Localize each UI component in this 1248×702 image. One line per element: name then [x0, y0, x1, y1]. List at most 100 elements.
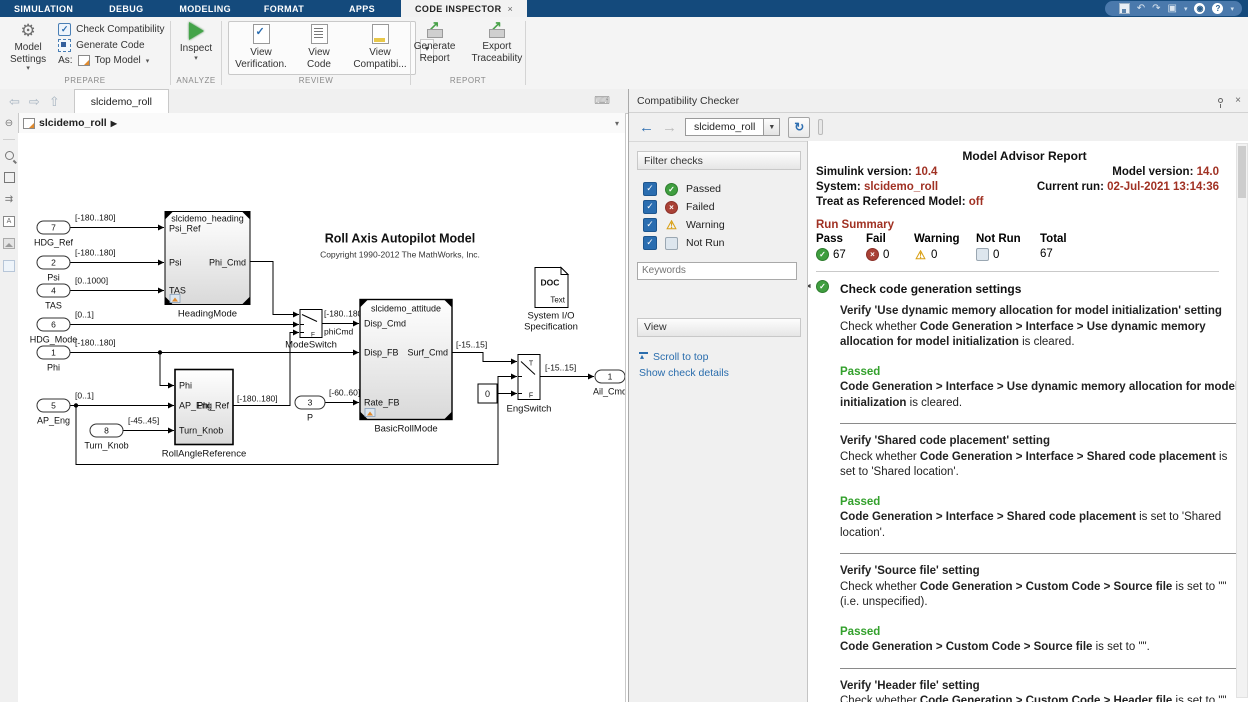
report-scrollbar[interactable]	[1236, 143, 1248, 698]
record-icon[interactable]: ◉	[1194, 3, 1205, 14]
tab-modeling[interactable]: MODELING	[165, 0, 245, 17]
filter-item-passed[interactable]: ✓ ✓ Passed	[643, 182, 801, 196]
view-code-button[interactable]: View Code	[293, 22, 345, 74]
tab-apps[interactable]: APPS	[323, 0, 401, 17]
scrollbar-thumb[interactable]	[1238, 146, 1246, 198]
svg-text:[-180..180]: [-180..180]	[237, 394, 278, 404]
as-top-model-select[interactable]: As: Top Model ▾	[58, 55, 164, 66]
checkbox-checked[interactable]: ✓	[643, 200, 657, 214]
view-verification-button[interactable]: View Verification.	[229, 22, 293, 74]
breadcrumb[interactable]: slcidemo_roll ▶	[23, 117, 117, 129]
export-traceability-icon: ↗	[488, 22, 506, 38]
model-settings-button[interactable]: ⚙ Model Settings ▾	[4, 20, 52, 76]
back-icon[interactable]: ⇦	[9, 95, 20, 108]
compatibility-checker-panel: Compatibility Checker × ← → slcidemo_rol…	[628, 89, 1248, 702]
keywords-input[interactable]	[637, 262, 797, 280]
filter-item-not-run[interactable]: ✓ Not Run	[643, 236, 801, 250]
tab-code-inspector[interactable]: CODE INSPECTOR×	[401, 0, 527, 17]
image-icon[interactable]	[3, 237, 16, 250]
panel-menu-icon[interactable]: ×	[1235, 95, 1241, 106]
model-settings-label: Model Settings	[10, 42, 46, 65]
tab-debug[interactable]: DEBUG	[87, 0, 165, 17]
chevron-down-icon[interactable]: ▾	[1230, 5, 1234, 13]
checkbox-checked[interactable]: ✓	[643, 218, 657, 232]
view-code-icon	[311, 24, 328, 44]
svg-text:1: 1	[608, 372, 613, 382]
splitter-handle[interactable]	[818, 119, 823, 135]
block-doc-spec[interactable]: DOC Text System I/O Specification	[524, 268, 578, 333]
svg-text:0: 0	[485, 389, 490, 399]
svg-text:F: F	[311, 332, 315, 339]
generate-report-button[interactable]: ↗ Generate Report	[408, 20, 462, 76]
svg-text:DOC: DOC	[541, 278, 560, 288]
viewmark-icon[interactable]	[3, 259, 16, 272]
check-divider	[840, 553, 1237, 554]
ribbon-tab-bar: SIMULATION DEBUG MODELING FORMAT APPS CO…	[0, 0, 1248, 17]
capture-icon[interactable]: ▣	[1168, 4, 1177, 14]
collapse-icon[interactable]: ◄	[808, 283, 812, 290]
view-code-label: View Code	[299, 47, 339, 70]
svg-text:T: T	[529, 361, 534, 368]
chevron-down-icon[interactable]: ▼	[764, 118, 780, 136]
check-compatibility-button[interactable]: ✓ Check Compatibility	[58, 23, 164, 36]
panel-back-icon[interactable]: ←	[639, 120, 654, 135]
breadcrumb-bar: slcidemo_roll ▶ ▾	[18, 113, 626, 134]
up-icon[interactable]: ⇧	[49, 95, 60, 108]
model-canvas[interactable]: Roll Axis Autopilot Model Copyright 1990…	[18, 133, 626, 702]
block-constant-zero[interactable]: 0	[478, 384, 497, 403]
chevron-down-icon[interactable]: ▾	[615, 119, 619, 128]
filter-item-warning[interactable]: ✓ ⚠ Warning	[643, 218, 801, 232]
block-engswitch[interactable]: T F EngSwitch [-15..15]	[507, 355, 577, 415]
redo-icon[interactable]: ↷	[1152, 4, 1160, 14]
svg-text:8: 8	[104, 426, 109, 436]
svg-text:Disp_FB: Disp_FB	[364, 348, 399, 358]
checkbox-checked[interactable]: ✓	[643, 236, 657, 250]
inport-p[interactable]: 3 P [-60..60]	[295, 388, 360, 423]
inspect-button[interactable]: Inspect ▾	[174, 20, 218, 76]
close-tab-icon[interactable]: ×	[507, 4, 513, 14]
hide-browser-icon[interactable]: ⊖	[3, 117, 16, 130]
export-traceability-label: Export Traceability	[471, 41, 522, 64]
inport-turn-knob[interactable]: 8 Turn_Knob [-45..45]	[84, 416, 159, 451]
svg-text:slcidemo_attitude: slcidemo_attitude	[371, 304, 441, 314]
pin-icon[interactable]	[1218, 98, 1223, 103]
inport-hdg-ref[interactable]: 7 HDG_Ref [-180..180]	[34, 213, 116, 248]
tab-simulation[interactable]: SIMULATION	[0, 0, 87, 17]
inport-ap-eng[interactable]: 5 AP_Eng [0..1]	[37, 391, 94, 426]
signal-lines-icon[interactable]: ⇉	[3, 193, 16, 206]
tab-format[interactable]: FORMAT	[245, 0, 323, 17]
filter-checks-header: Filter checks	[637, 151, 801, 170]
svg-text:RollAngleReference: RollAngleReference	[162, 449, 247, 460]
refresh-button[interactable]: ↻	[788, 117, 810, 138]
generate-code-button[interactable]: Generate Code	[58, 39, 164, 52]
checkbox-checked[interactable]: ✓	[643, 182, 657, 196]
view-compatibility-button[interactable]: View Compatibi...	[345, 22, 415, 74]
section-report: REPORT	[411, 76, 525, 89]
not-run-icon	[976, 248, 989, 261]
check-group: ◄ ✓ Check code generation settings Verif…	[816, 280, 1233, 702]
panel-forward-icon[interactable]: →	[662, 120, 677, 135]
fit-to-view-icon[interactable]	[3, 171, 16, 184]
ribbon-separator	[525, 21, 526, 85]
forward-icon[interactable]: ⇨	[29, 95, 40, 108]
undo-icon[interactable]: ↶	[1137, 4, 1145, 14]
model-select[interactable]: slcidemo_roll ▼	[685, 118, 780, 136]
help-icon[interactable]: ?	[1212, 3, 1223, 14]
keyboard-icon[interactable]: ⌨	[594, 94, 610, 107]
show-check-details-link[interactable]: Show check details	[639, 367, 801, 379]
scroll-to-top-link[interactable]: Scroll to top	[639, 351, 801, 363]
block-headingmode[interactable]: slcidemo_heading Psi_Ref Psi TAS Phi_Cmd…	[165, 212, 250, 320]
zoom-icon[interactable]	[3, 149, 16, 162]
chevron-down-icon[interactable]: ▾	[1184, 5, 1188, 13]
check-list: Verify 'Use dynamic memory allocation fo…	[840, 304, 1237, 702]
block-rollanglereference[interactable]: Phi AP_Eng Turn_Knob Phi_Ref RollAngleRe…	[162, 370, 278, 460]
export-traceability-button[interactable]: ↗ Export Traceability	[465, 20, 528, 76]
block-basicrollmode[interactable]: slcidemo_attitude Disp_Cmd Disp_FB Rate_…	[360, 300, 487, 435]
save-icon[interactable]	[1119, 3, 1130, 14]
annotation-icon[interactable]: A	[3, 215, 16, 228]
subsystem-badge-icon	[365, 409, 375, 417]
document-tab[interactable]: slcidemo_roll	[74, 89, 169, 113]
ribbon: ⚙ Model Settings ▾ ✓ Check Compatibility…	[0, 17, 1248, 90]
outport-ail-cmd[interactable]: 1 Ail_Cmd	[593, 370, 625, 397]
filter-item-failed[interactable]: ✓ × Failed	[643, 200, 801, 214]
